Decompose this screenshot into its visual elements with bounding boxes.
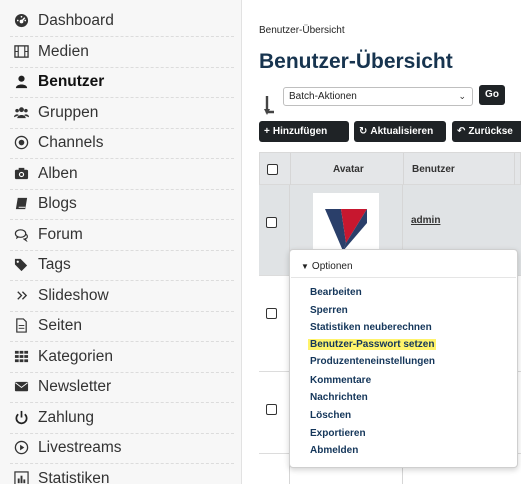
select-all-checkbox[interactable]	[267, 164, 278, 175]
refresh-icon: ↻	[359, 126, 368, 137]
tags-icon	[12, 256, 30, 274]
sidebar-item-seiten[interactable]: Seiten	[10, 311, 234, 342]
sidebar-item-label: Medien	[38, 42, 89, 60]
sidebar-item-label: Statistiken	[38, 469, 110, 484]
dashboard-icon	[12, 12, 30, 30]
table-header: Avatar Benutzer	[259, 152, 521, 186]
column-divider	[403, 153, 404, 186]
menu-item-abmelden[interactable]: Abmelden	[310, 445, 358, 456]
chevron-down-icon: ⌄	[458, 91, 466, 101]
sidebar-item-statistiken[interactable]: Statistiken	[10, 464, 234, 484]
username-link[interactable]: admin	[411, 215, 440, 226]
row-checkbox[interactable]	[266, 308, 277, 319]
sidebar-item-label: Seiten	[38, 316, 82, 334]
menu-item-loeschen[interactable]: Löschen	[310, 410, 351, 421]
menu-item-kommentare[interactable]: Kommentare	[310, 375, 371, 386]
column-header-benutzer[interactable]: Benutzer	[412, 153, 455, 186]
menu-item-sperren[interactable]: Sperren	[310, 305, 348, 316]
sidebar-item-slideshow[interactable]: Slideshow	[10, 281, 234, 312]
sidebar-item-alben[interactable]: Alben	[10, 159, 234, 190]
sidebar-item-label: Benutzer	[38, 72, 105, 90]
reply-arrow-icon: ↶	[457, 126, 466, 137]
menu-item-exportieren[interactable]: Exportieren	[310, 428, 366, 439]
sidebar-item-gruppen[interactable]: Gruppen	[10, 98, 234, 129]
sidebar-item-label: Kategorien	[38, 347, 113, 365]
options-menu-header[interactable]: ▼ Optionen	[301, 261, 353, 272]
back-button-label: Zurückse	[468, 126, 513, 137]
corner-arrow-icon	[264, 96, 274, 115]
sidebar-item-label: Gruppen	[38, 103, 99, 121]
sidebar-item-benutzer[interactable]: Benutzer	[10, 67, 234, 98]
options-dropdown-menu: ▼ Optionen Bearbeiten Sperren Statistiken…	[289, 249, 518, 468]
sidebar-item-label: Newsletter	[38, 377, 112, 395]
sidebar-item-label: Alben	[38, 164, 78, 182]
camera-icon	[12, 165, 30, 183]
menu-item-produzenteneinstellungen[interactable]: Produzenteneinstellungen	[310, 356, 435, 367]
options-header-label: Optionen	[311, 261, 353, 272]
grid-icon	[12, 348, 30, 366]
sidebar-item-dashboard[interactable]: Dashboard	[10, 6, 234, 37]
page-title: Benutzer-Übersicht	[259, 50, 453, 73]
sidebar-item-label: Forum	[38, 225, 83, 243]
go-button[interactable]: Go	[479, 85, 505, 105]
sidebar-item-blogs[interactable]: Blogs	[10, 189, 234, 220]
sidebar-item-label: Zahlung	[38, 408, 95, 426]
menu-item-passwort-setzen[interactable]: Benutzer-Passwort setzen	[308, 339, 437, 350]
add-button-label: Hinzufügen	[272, 126, 328, 137]
sidebar-item-newsletter[interactable]: Newsletter	[10, 372, 234, 403]
batch-actions-select[interactable]: Batch-Aktionen ⌄	[283, 87, 473, 106]
file-icon	[12, 317, 30, 335]
sidebar-item-label: Dashboard	[38, 11, 114, 29]
refresh-button-label: Aktualisieren	[370, 126, 434, 137]
sidebar-item-tags[interactable]: Tags	[10, 250, 234, 281]
chat-icon	[12, 226, 30, 244]
sidebar-item-label: Blogs	[38, 194, 77, 212]
sidebar-item-label: Slideshow	[38, 286, 109, 304]
back-button[interactable]: ↶ Zurückse	[452, 121, 521, 142]
sidebar: Dashboard Medien Benutzer Gruppen Channe…	[0, 0, 242, 484]
sidebar-item-label: Livestreams	[38, 438, 122, 456]
book-icon	[12, 195, 30, 213]
column-divider	[290, 153, 291, 186]
sidebar-item-kategorien[interactable]: Kategorien	[10, 342, 234, 373]
row-checkbox[interactable]	[266, 217, 277, 228]
user-icon	[12, 73, 30, 91]
record-icon	[12, 134, 30, 152]
breadcrumb[interactable]: Benutzer-Übersicht	[259, 25, 345, 36]
play-circle-icon	[12, 439, 30, 457]
sidebar-item-label: Tags	[38, 255, 71, 273]
plus-icon: +	[264, 126, 270, 137]
users-icon	[12, 104, 30, 122]
sidebar-item-forum[interactable]: Forum	[10, 220, 234, 251]
envelope-icon	[12, 378, 30, 396]
sidebar-item-zahlung[interactable]: Zahlung	[10, 403, 234, 434]
power-icon	[12, 409, 30, 427]
menu-item-nachrichten[interactable]: Nachrichten	[310, 392, 368, 403]
bar-chart-icon	[12, 470, 30, 484]
menu-item-bearbeiten[interactable]: Bearbeiten	[310, 287, 362, 298]
column-header-avatar[interactable]: Avatar	[333, 153, 364, 186]
add-button[interactable]: + Hinzufügen	[259, 121, 349, 142]
refresh-button[interactable]: ↻ Aktualisieren	[354, 121, 446, 142]
film-icon	[12, 43, 30, 61]
sidebar-item-livestreams[interactable]: Livestreams	[10, 433, 234, 464]
sidebar-item-medien[interactable]: Medien	[10, 37, 234, 68]
chevron-down-icon: ▼	[301, 262, 309, 271]
chevrons-right-icon	[12, 287, 30, 305]
menu-item-statistiken-neuberechnen[interactable]: Statistiken neuberechnen	[310, 322, 432, 333]
column-divider	[514, 153, 515, 186]
menu-divider	[291, 277, 516, 278]
sidebar-item-channels[interactable]: Channels	[10, 128, 234, 159]
sidebar-item-label: Channels	[38, 133, 104, 151]
row-checkbox[interactable]	[266, 404, 277, 415]
batch-actions-value: Batch-Aktionen	[289, 91, 357, 102]
